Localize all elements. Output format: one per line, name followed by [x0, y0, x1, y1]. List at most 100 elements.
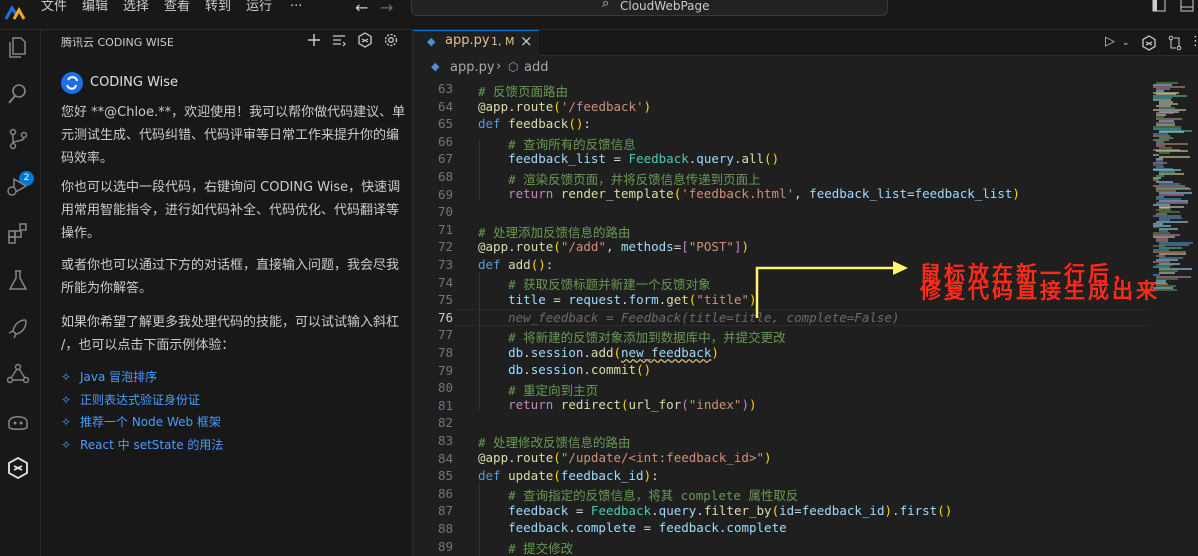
back-arrow-icon[interactable]: ← — [355, 0, 368, 17]
breadcrumb-file[interactable]: app.py — [450, 60, 495, 75]
activity-bar: 2 — [0, 30, 41, 556]
toggle-sidebar-icon[interactable] — [1152, 0, 1166, 12]
sparkle-icon: ✧ — [61, 438, 72, 452]
line-number: 77 — [437, 327, 453, 343]
line-number: 65 — [437, 116, 453, 132]
command-center-search[interactable]: ⌕ CloudWebPage — [411, 0, 888, 16]
line-number: 87 — [437, 503, 453, 519]
example-link-node-framework[interactable]: ✧ 推荐一个 Node Web 框架 — [61, 413, 221, 431]
source-control-icon[interactable] — [5, 126, 31, 152]
compare-changes-icon[interactable] — [1167, 35, 1183, 51]
search-icon[interactable] — [5, 81, 31, 107]
menu-run[interactable]: 运行 — [246, 0, 272, 13]
line-number: 78 — [437, 345, 453, 360]
line-number: 70 — [437, 204, 453, 220]
line-number: 84 — [437, 450, 453, 466]
line-number: 73 — [437, 257, 453, 272]
code-line-89: # 提交修改 — [508, 541, 574, 556]
new-chat-icon[interactable] — [306, 32, 322, 48]
breadcrumb: ◆ app.py › ⬡ add — [413, 57, 1198, 79]
method-cube-icon: ⬡ — [508, 60, 519, 74]
example-link-react-setstate[interactable]: ✧ React 中 setState 的用法 — [61, 436, 223, 454]
hint-select-code: 你也可以选中一段代码，右键询问 CODING Wise，快速调 用常用智能指令，… — [61, 180, 401, 241]
example-link-java-bubble-sort[interactable]: ✧ Java 冒泡排序 — [61, 368, 157, 386]
sparkle-icon: ✧ — [61, 370, 72, 384]
more-actions-icon[interactable]: ⋮ — [1189, 34, 1198, 49]
workspace-name: CloudWebPage — [620, 0, 710, 13]
run-debug-icon[interactable] — [5, 173, 31, 199]
panel-title: 腾讯云 CODING WISE — [61, 36, 174, 49]
minimap-line — [1159, 156, 1190, 159]
coding-wise-logo-icon[interactable] — [357, 32, 373, 48]
line-number: 71 — [437, 221, 453, 237]
line-number: 67 — [437, 151, 453, 167]
code-line-85: def update(feedback_id): — [478, 468, 659, 483]
code-line-76-ghost-suggestion[interactable]: new_feedback = Feedback(title=title, com… — [478, 310, 899, 325]
line-number: 86 — [437, 485, 453, 501]
menu-file[interactable]: 文件 — [41, 0, 67, 13]
code-line-74: # 获取反馈标题并新建一个反馈对象 — [508, 277, 711, 292]
menu-selection[interactable]: 选择 — [123, 0, 149, 13]
line-number: 76 — [437, 309, 453, 325]
menu-more[interactable]: ··· — [290, 0, 302, 13]
rocket-icon[interactable] — [5, 315, 31, 341]
assistant-name: CODING Wise — [90, 75, 179, 90]
greeting-message: 您好 **@Chloe.**，欢迎使用！我可以帮你做代码建议、单 元测试生成、代… — [61, 105, 406, 166]
menu-go[interactable]: 转到 — [205, 0, 231, 13]
tab-status: 1, M — [491, 35, 515, 48]
line-number: 75 — [437, 292, 453, 308]
line-number: 72 — [437, 239, 453, 255]
explorer-icon[interactable] — [5, 34, 31, 60]
breadcrumb-symbol[interactable]: add — [524, 60, 548, 75]
code-line-64: @app.route('/feedback') — [478, 99, 652, 114]
line-number: 81 — [437, 397, 453, 413]
code-line-83: # 处理修改反馈信息的路由 — [478, 435, 631, 450]
code-line-78: db.session.add(new_feedback) — [508, 345, 719, 360]
code-line-84: @app.route("/update/<int:feedback_id>") — [478, 450, 772, 465]
run-play-icon[interactable]: ▷ — [1105, 34, 1115, 49]
app-logo-icon — [4, 5, 26, 20]
line-number: 79 — [437, 362, 453, 378]
coding-wise-avatar — [61, 72, 83, 94]
code-editor[interactable]: 63 64 65 66 67 68 69 70 71 72 73 74 75 76 77 78 79 80 81 82… — [413, 80, 1151, 556]
hint-slash-command: 如果你希望了解更多我处理代码的技能，可以试试输入斜杠 /，也可以点击下面示例体验… — [61, 315, 400, 353]
line-number: 83 — [437, 433, 453, 448]
tab-app-py[interactable]: ◆ app.py 1, M × — [413, 30, 539, 56]
forward-arrow-icon[interactable]: → — [380, 0, 393, 17]
close-icon[interactable]: × — [520, 32, 533, 50]
settings-gear-icon[interactable] — [383, 32, 399, 48]
code-line-65: def feedback(): — [478, 116, 591, 131]
line-number: 74 — [437, 274, 453, 290]
title-bar: 文件 编辑 选择 查看 转到 运行 ··· ← → ⌕ CloudWebPage — [0, 0, 1198, 30]
code-line-87: feedback = Feedback.query.filter_by(id=f… — [508, 503, 953, 518]
coding-wise-action-icon[interactable] — [1141, 35, 1157, 51]
line-number: 63 — [437, 81, 453, 96]
extensions-icon[interactable] — [5, 221, 31, 247]
code-line-72: @app.route("/add", methods=["POST"]) — [478, 239, 749, 254]
coding-wise-icon[interactable] — [5, 455, 31, 481]
minimap-line — [1159, 272, 1175, 274]
hint-chat-box: 或者你也可以通过下方的对话框，直接输入问题，我会尽我 所能为你解答。 — [61, 258, 400, 296]
menu-view[interactable]: 查看 — [164, 0, 190, 13]
python-file-icon: ◆ — [427, 35, 436, 48]
code-line-69: return render_template('feedback.html', … — [508, 186, 1020, 201]
graph-nodes-icon[interactable] — [5, 361, 31, 387]
history-list-icon[interactable] — [331, 32, 347, 48]
editor-tab-bar: ◆ app.py 1, M × ▷ ⌄ ⋮ — [413, 30, 1198, 56]
minimap[interactable] — [1151, 80, 1198, 556]
minimap-line — [1159, 152, 1170, 155]
copilot-face-icon[interactable] — [5, 408, 31, 434]
chevron-down-icon[interactable]: ⌄ — [1122, 38, 1130, 48]
chevron-right-icon: › — [496, 59, 502, 74]
sparkle-icon: ✧ — [61, 393, 72, 407]
code-line-86: # 查询指定的反馈信息，将其 complete 属性取反 — [508, 488, 799, 503]
line-number: 82 — [437, 415, 453, 431]
annotation-text-line-2: 修复代码直接生成出来 — [920, 278, 1160, 303]
code-line-63: # 反馈页面路由 — [478, 84, 569, 99]
menu-edit[interactable]: 编辑 — [82, 0, 108, 13]
example-link-regex-id[interactable]: ✧ 正则表达式验证身份证 — [61, 391, 200, 409]
search-icon: ⌕ — [602, 0, 610, 11]
testing-flask-icon[interactable] — [5, 267, 31, 293]
line-number: 88 — [437, 521, 453, 536]
toggle-panel-icon[interactable] — [1180, 0, 1194, 12]
